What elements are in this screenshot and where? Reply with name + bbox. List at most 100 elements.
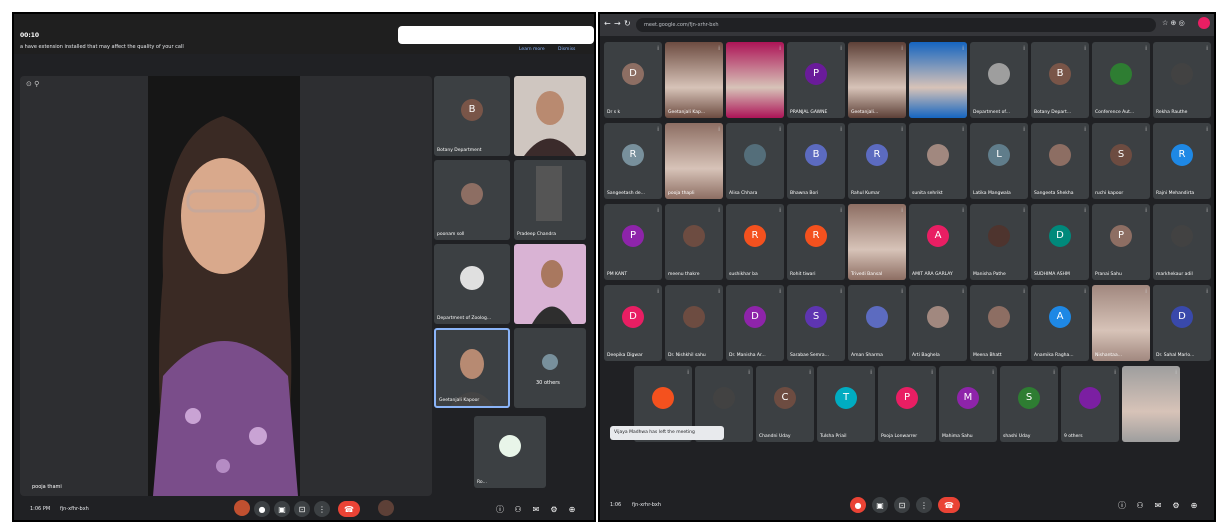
participant-tile[interactable]: ⁞ Manisha Pathe [970,204,1028,280]
left-tile-6[interactable] [514,244,586,324]
left-tile-4[interactable]: Pradeep Chandra [514,160,586,240]
present-button[interactable]: ⊡ [894,497,910,513]
nav-forward-icon[interactable]: → [614,19,621,28]
participant-tile[interactable]: ⁞ [726,42,784,118]
participant-tile[interactable]: D ⁞ Dr. Manisha Ar... [726,285,784,361]
left-tile-7[interactable]: Geetanjali Kapoor [434,328,510,408]
participant-tile[interactable]: R ⁞ sushikhar ba [726,204,784,280]
tile-label: Botany Depart... [1034,110,1072,115]
people-icon[interactable]: ⚇ [1132,497,1148,513]
more-options-button[interactable]: ⋮ [916,497,932,513]
mic-status-icon: ⁞ [1206,126,1208,133]
tile-label: sushikhar ba [729,272,758,277]
reload-icon[interactable]: ↻ [624,19,631,28]
participant-tile[interactable]: S ⁞ Sarabae Semra... [787,285,845,361]
chat-icon[interactable]: ✉ [528,501,544,517]
toast-text: Vijaya Madhwa has left the meeting [614,430,695,435]
participant-tile[interactable]: M ⁞ Mahima Sahu [939,366,997,442]
left-tile-1[interactable]: B Botany Department [434,76,510,156]
left-tile-3[interactable]: poonam soll [434,160,510,240]
participant-tile[interactable]: B ⁞ Botany Depart... [1031,42,1089,118]
participant-tile[interactable]: D ⁞ SUDHIMA ASHM [1031,204,1089,280]
participant-tile[interactable]: ⁞ pooja thapli [665,123,723,199]
address-bar[interactable]: meet.google.com/fjn-xrhr-bxh [636,18,1156,32]
participant-tile[interactable]: A ⁞ AMIT ARA GARLAY [909,204,967,280]
participant-tile[interactable]: P ⁞ Pranai Sahu [1092,204,1150,280]
lock-icon[interactable]: ⊕ [564,501,580,517]
participant-tile[interactable]: ⁞ markhekaur adil [1153,204,1211,280]
participant-tile[interactable]: ⁞ Department of... [970,42,1028,118]
participant-photo [848,42,906,118]
activities-icon[interactable]: ⚙ [546,501,562,517]
mic-status-icon: ⁞ [1175,369,1177,376]
participant-tile[interactable]: S ⁞ shashi Uday [1000,366,1058,442]
present-button[interactable]: ⊡ [294,501,310,517]
participant-tile[interactable]: C ⁞ Chandni Uday [756,366,814,442]
participant-tile[interactable]: T ⁞ Tulsha Priail [817,366,875,442]
participant-tile[interactable]: A ⁞ Anamika Ragha... [1031,285,1089,361]
participant-tile[interactable]: ⁞ Geetanjali Kap... [665,42,723,118]
leave-call-button[interactable]: ☎ [338,501,360,517]
participant-tile[interactable]: P ⁞ Pooja Lonwarrer [878,366,936,442]
participant-tile[interactable]: P ⁞ PM KANT [604,204,662,280]
left-tile-2[interactable] [514,76,586,156]
chat-icon[interactable]: ✉ [1150,497,1166,513]
participant-tile[interactable]: ⁞ meenu thakre [665,204,723,280]
participant-tile[interactable]: R ⁞ Rohit tiwari [787,204,845,280]
extension-icons[interactable]: ☆ ⊕ ◎ [1162,19,1185,27]
warning-link-dismiss[interactable]: Dismiss [558,47,575,52]
participant-tile[interactable]: ⁞ 9 others [1061,366,1119,442]
participant-tile[interactable]: D ⁞ Deepika Digwar [604,285,662,361]
participant-tile[interactable]: ⁞ Arti Baghela [909,285,967,361]
participant-tile[interactable]: ⁞ sunita sehrikt [909,123,967,199]
speaker-silhouette [148,76,300,496]
participant-tile[interactable]: ⁞ Sangeeta Shekha [1031,123,1089,199]
participant-tile[interactable]: ⁞ Trivedi Bansal [848,204,906,280]
mic-status-icon: ⁞ [962,288,964,295]
participant-tile[interactable]: ⁞ Conference Aut... [1092,42,1150,118]
participant-tile[interactable]: R ⁞ Rajni Mehandirta [1153,123,1211,199]
mic-status-icon: ⁞ [1145,126,1147,133]
participant-tile[interactable]: ⁞ Alisa Chhara [726,123,784,199]
mic-status-icon: ⁞ [840,288,842,295]
camera-button[interactable]: ▣ [274,501,290,517]
more-options-button[interactable]: ⋮ [314,501,330,517]
participant-tile[interactable]: ⁞ Dr. Nishkhil sahu [665,285,723,361]
info-icon[interactable]: ⓘ [1114,497,1130,513]
avatar-self [234,500,250,516]
participant-tile[interactable]: ⁞ Rekha Rauthe [1153,42,1211,118]
participant-tile[interactable]: ⁞ [1122,366,1180,442]
warning-link-learn[interactable]: Learn more [519,47,545,52]
mic-status-icon: ⁞ [779,45,781,52]
left-tile-5[interactable]: Department of Zoolog... [434,244,510,324]
browser-extension-tray[interactable] [398,26,594,44]
participant-tile[interactable]: P ⁞ PRANJAL GAWNE [787,42,845,118]
activities-icon[interactable]: ⚙ [1168,497,1184,513]
lock-icon[interactable]: ⊕ [1186,497,1202,513]
leave-call-button[interactable]: ☎ [938,497,960,513]
participant-tile[interactable]: ⁞ Geetanjali... [848,42,906,118]
participant-tile[interactable]: ⁞ [909,42,967,118]
mic-button[interactable]: ● [254,501,270,517]
camera-button[interactable]: ▣ [872,497,888,513]
tile-label: Department of Zoolog... [437,316,492,321]
participant-tile[interactable]: D ⁞ Dr. Sahal Marlo... [1153,285,1211,361]
participant-tile[interactable]: ⁞ Aman Sharma [848,285,906,361]
mic-off-button[interactable]: ● [850,497,866,513]
profile-icon[interactable] [1198,17,1210,29]
participant-tile[interactable]: D ⁞ Dr s k [604,42,662,118]
left-tile-9[interactable]: Ro... [474,416,546,488]
participant-tile[interactable]: ⁞ Meena Bhatt [970,285,1028,361]
participant-tile[interactable]: R ⁞ Rahul Kumar [848,123,906,199]
participant-tile[interactable]: S ⁞ ruchi kapoor [1092,123,1150,199]
mic-status-icon: ⁞ [1053,369,1055,376]
people-icon[interactable]: ⚇ [510,501,526,517]
participant-tile[interactable]: B ⁞ Bhawna Bori [787,123,845,199]
participant-tile[interactable]: R ⁞ Sangeetash de... [604,123,662,199]
participant-tile[interactable]: L ⁞ Latika Mangwala [970,123,1028,199]
left-tile-8[interactable]: 30 others [514,328,586,408]
info-icon[interactable]: ⓘ [492,501,508,517]
participant-tile[interactable]: ⁞ Nishantaa... [1092,285,1150,361]
nav-back-icon[interactable]: ← [604,19,611,28]
pin-icon[interactable]: ⊙ ⚲ [26,80,39,88]
